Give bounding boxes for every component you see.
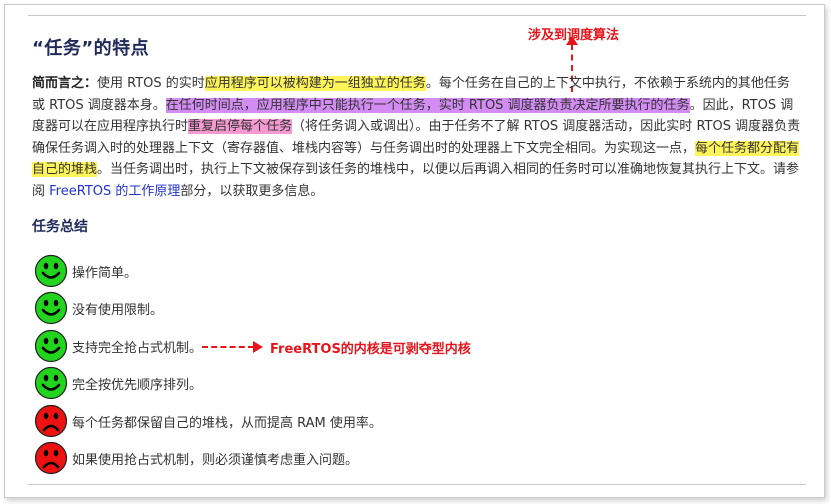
smile-icon (34, 366, 68, 400)
smile-icon (34, 329, 68, 363)
summary-item-text: 没有使用限制。 (72, 302, 164, 318)
intro-paragraph: 简而言之：使用 RTOS 的实时应用程序可以被构建为一组独立的任务。每个任务在自… (32, 73, 802, 202)
arrow-right-icon (253, 341, 263, 353)
highlight-one-task-at-a-time: 在任何时间点，应用程序中只能执行一个任务，实时 RTOS 调度器负责决定所要执行… (165, 97, 690, 113)
text-span: 使用 RTOS 的实时 (97, 76, 205, 91)
frown-icon (34, 441, 68, 475)
callout-connector-row (202, 346, 254, 348)
text-span: 部分，以获取更多信息。 (180, 183, 324, 199)
summary-item: 没有使用限制。 (34, 291, 163, 325)
frown-icon (34, 404, 68, 438)
callout-scheduling: 涉及到调度算法 (528, 28, 620, 43)
summary-item-text: 如果使用抢占式机制，则必须谨慎考虑重入问题。 (72, 452, 359, 468)
top-divider (28, 15, 806, 16)
summary-item: 操作简单。 (34, 254, 137, 288)
summary-item-text: 操作简单。 (72, 265, 138, 281)
smile-icon (34, 291, 68, 325)
smile-icon (34, 254, 68, 288)
freertos-working-link[interactable]: FreeRTOS 的工作原理 (49, 184, 180, 199)
bottom-divider (28, 484, 806, 485)
summary-item-text: 完全按优先顺序排列。 (72, 377, 203, 393)
summary-item: 如果使用抢占式机制，则必须谨慎考虑重入问题。 (34, 441, 358, 475)
highlight-independent-tasks: 应用程序可以被构建为一组独立的任务 (204, 76, 426, 91)
summary-item-text: 每个任务都保留自己的堆栈，从而提高 RAM 使用率。 (72, 415, 382, 431)
lead-text: 简而言之： (32, 76, 98, 91)
callout-preemptive-kernel: FreeRTOS的内核是可剥夺型内核 (270, 342, 471, 357)
page-title: “任务”的特点 (32, 38, 150, 59)
summary-item-text: 支持完全抢占式机制。 (72, 340, 203, 356)
summary-item: 每个任务都保留自己的堆栈，从而提高 RAM 使用率。 (34, 404, 382, 438)
summary-item: 完全按优先顺序排列。 (34, 366, 202, 400)
highlight-start-stop: 重复启停每个任务 (188, 119, 293, 134)
summary-heading: 任务总结 (32, 219, 88, 235)
summary-item: 支持完全抢占式机制。 (34, 329, 202, 363)
